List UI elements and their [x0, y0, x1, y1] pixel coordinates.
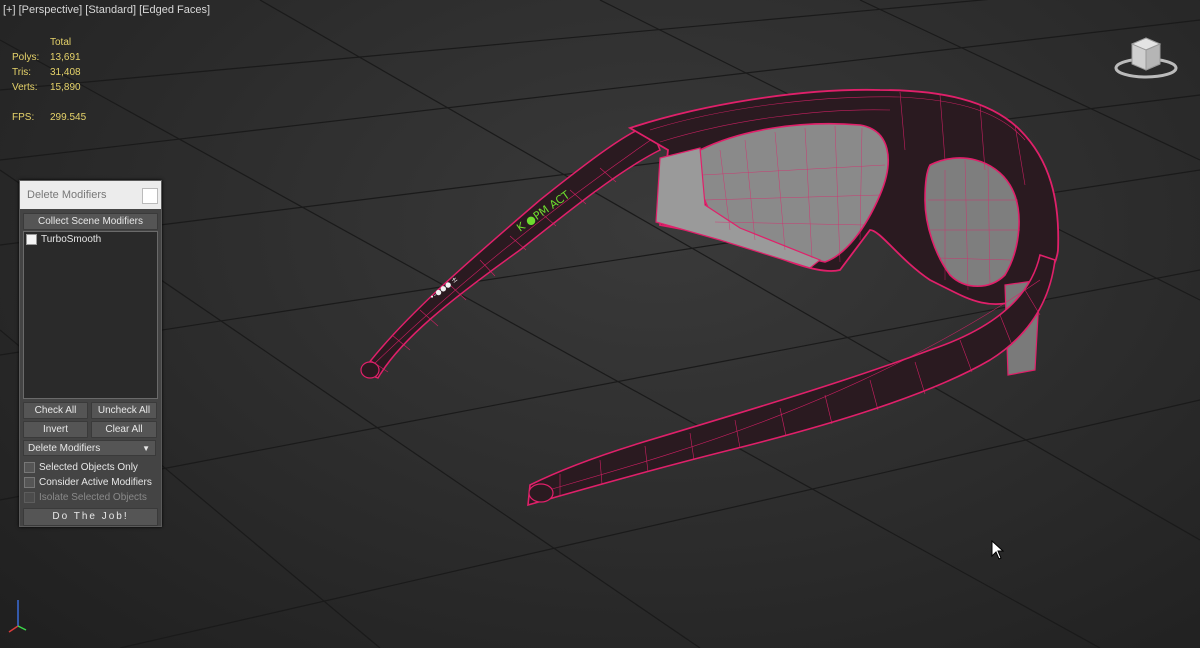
modifier-list[interactable]: TurboSmooth — [23, 231, 158, 399]
viewcube-icon[interactable] — [1112, 30, 1182, 85]
scene-canvas[interactable]: K ●PM ACT •-●●● ± — [0, 0, 1200, 648]
modifier-checkbox[interactable] — [26, 234, 37, 245]
mouse-cursor-icon — [991, 540, 1005, 560]
viewport-label[interactable]: [+] [Perspective] [Standard] [Edged Face… — [3, 4, 210, 16]
stats-label: Verts: — [12, 82, 38, 93]
stats-row-polys: Polys: 13,691 — [12, 50, 110, 65]
fps-value: 299.545 — [50, 112, 87, 123]
mode-dropdown[interactable]: Delete Modifiers ▼ — [23, 440, 156, 456]
viewport-menu-perspective[interactable]: [Perspective] — [19, 4, 83, 16]
stats-value: 31,408 — [50, 67, 81, 78]
invert-button[interactable]: Invert — [23, 421, 88, 438]
option-checkbox[interactable] — [24, 462, 35, 473]
do-the-job-button[interactable]: Do The Job! — [23, 508, 158, 526]
delete-modifiers-panel: Delete Modifiers Collect Scene Modifiers… — [19, 180, 162, 527]
option-selected-objects-only[interactable]: Selected Objects Only — [24, 462, 138, 473]
axis-tripod-icon — [8, 600, 27, 633]
stats-row-fps: FPS: 299.545 — [12, 110, 110, 125]
stats-header: Total — [50, 37, 72, 48]
close-button[interactable] — [142, 188, 158, 204]
option-label: Selected Objects Only — [39, 462, 138, 473]
list-item[interactable]: TurboSmooth — [24, 232, 157, 247]
panel-title: Delete Modifiers — [27, 189, 107, 201]
viewport-menu-plus[interactable]: [+] — [3, 4, 16, 16]
viewport-statistics: Total Polys: 13,691 Tris: 31,408 Verts: … — [12, 35, 110, 125]
check-all-button[interactable]: Check All — [23, 402, 88, 419]
left-arm-tip — [360, 361, 380, 379]
fps-label: FPS: — [12, 112, 35, 123]
option-label: Isolate Selected Objects — [39, 492, 147, 503]
stats-label: Polys: — [12, 52, 40, 63]
option-checkbox — [24, 492, 35, 503]
viewport-menu-shading[interactable]: [Standard] — [85, 4, 136, 16]
uncheck-all-button[interactable]: Uncheck All — [91, 402, 157, 419]
mode-dropdown-value: Delete Modifiers — [28, 443, 101, 454]
stats-row-verts: Verts: 15,890 — [12, 80, 110, 95]
panel-titlebar[interactable]: Delete Modifiers — [20, 181, 161, 209]
viewport-menu-display[interactable]: [Edged Faces] — [139, 4, 210, 16]
right-arm-tip — [528, 483, 554, 503]
modifier-name: TurboSmooth — [41, 234, 102, 245]
option-label: Consider Active Modifiers — [39, 477, 152, 488]
option-consider-active-modifiers[interactable]: Consider Active Modifiers — [24, 477, 152, 488]
perspective-viewport[interactable]: K ●PM ACT •-●●● ± [+] [Perspective] [Sta… — [0, 0, 1200, 648]
stats-label: Tris: — [12, 67, 32, 78]
stats-row-tris: Tris: 31,408 — [12, 65, 110, 80]
clear-all-button[interactable]: Clear All — [91, 421, 157, 438]
stats-value: 13,691 — [50, 52, 81, 63]
collect-scene-modifiers-button[interactable]: Collect Scene Modifiers — [23, 213, 158, 230]
chevron-down-icon: ▼ — [142, 444, 150, 453]
option-checkbox[interactable] — [24, 477, 35, 488]
stats-value: 15,890 — [50, 82, 81, 93]
left-temple-arm — [360, 124, 661, 379]
option-isolate-selected-objects: Isolate Selected Objects — [24, 492, 147, 503]
